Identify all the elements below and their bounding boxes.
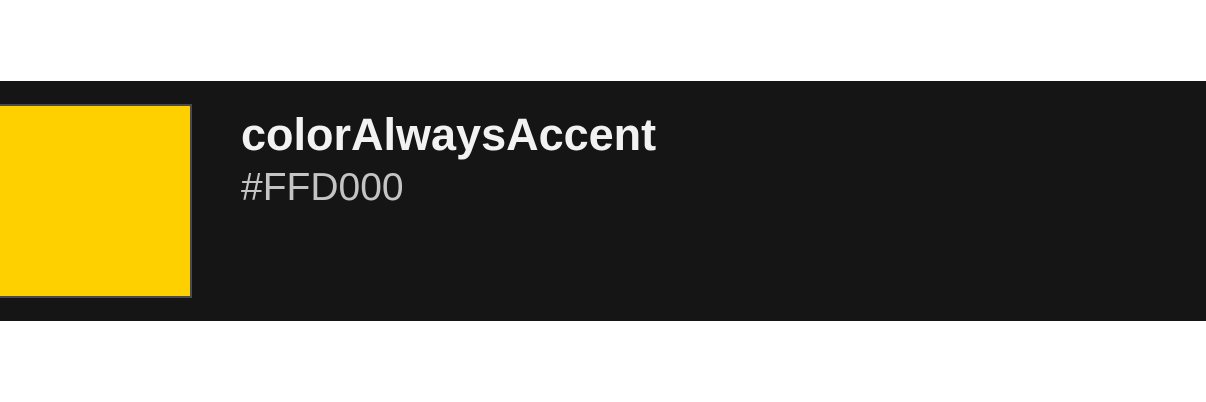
color-hex-value: #FFD000 [241, 166, 404, 209]
color-swatch [0, 104, 192, 298]
color-swatch-row: colorAlwaysAccent #FFD000 [0, 81, 1206, 321]
color-token-name: colorAlwaysAccent [241, 109, 657, 160]
